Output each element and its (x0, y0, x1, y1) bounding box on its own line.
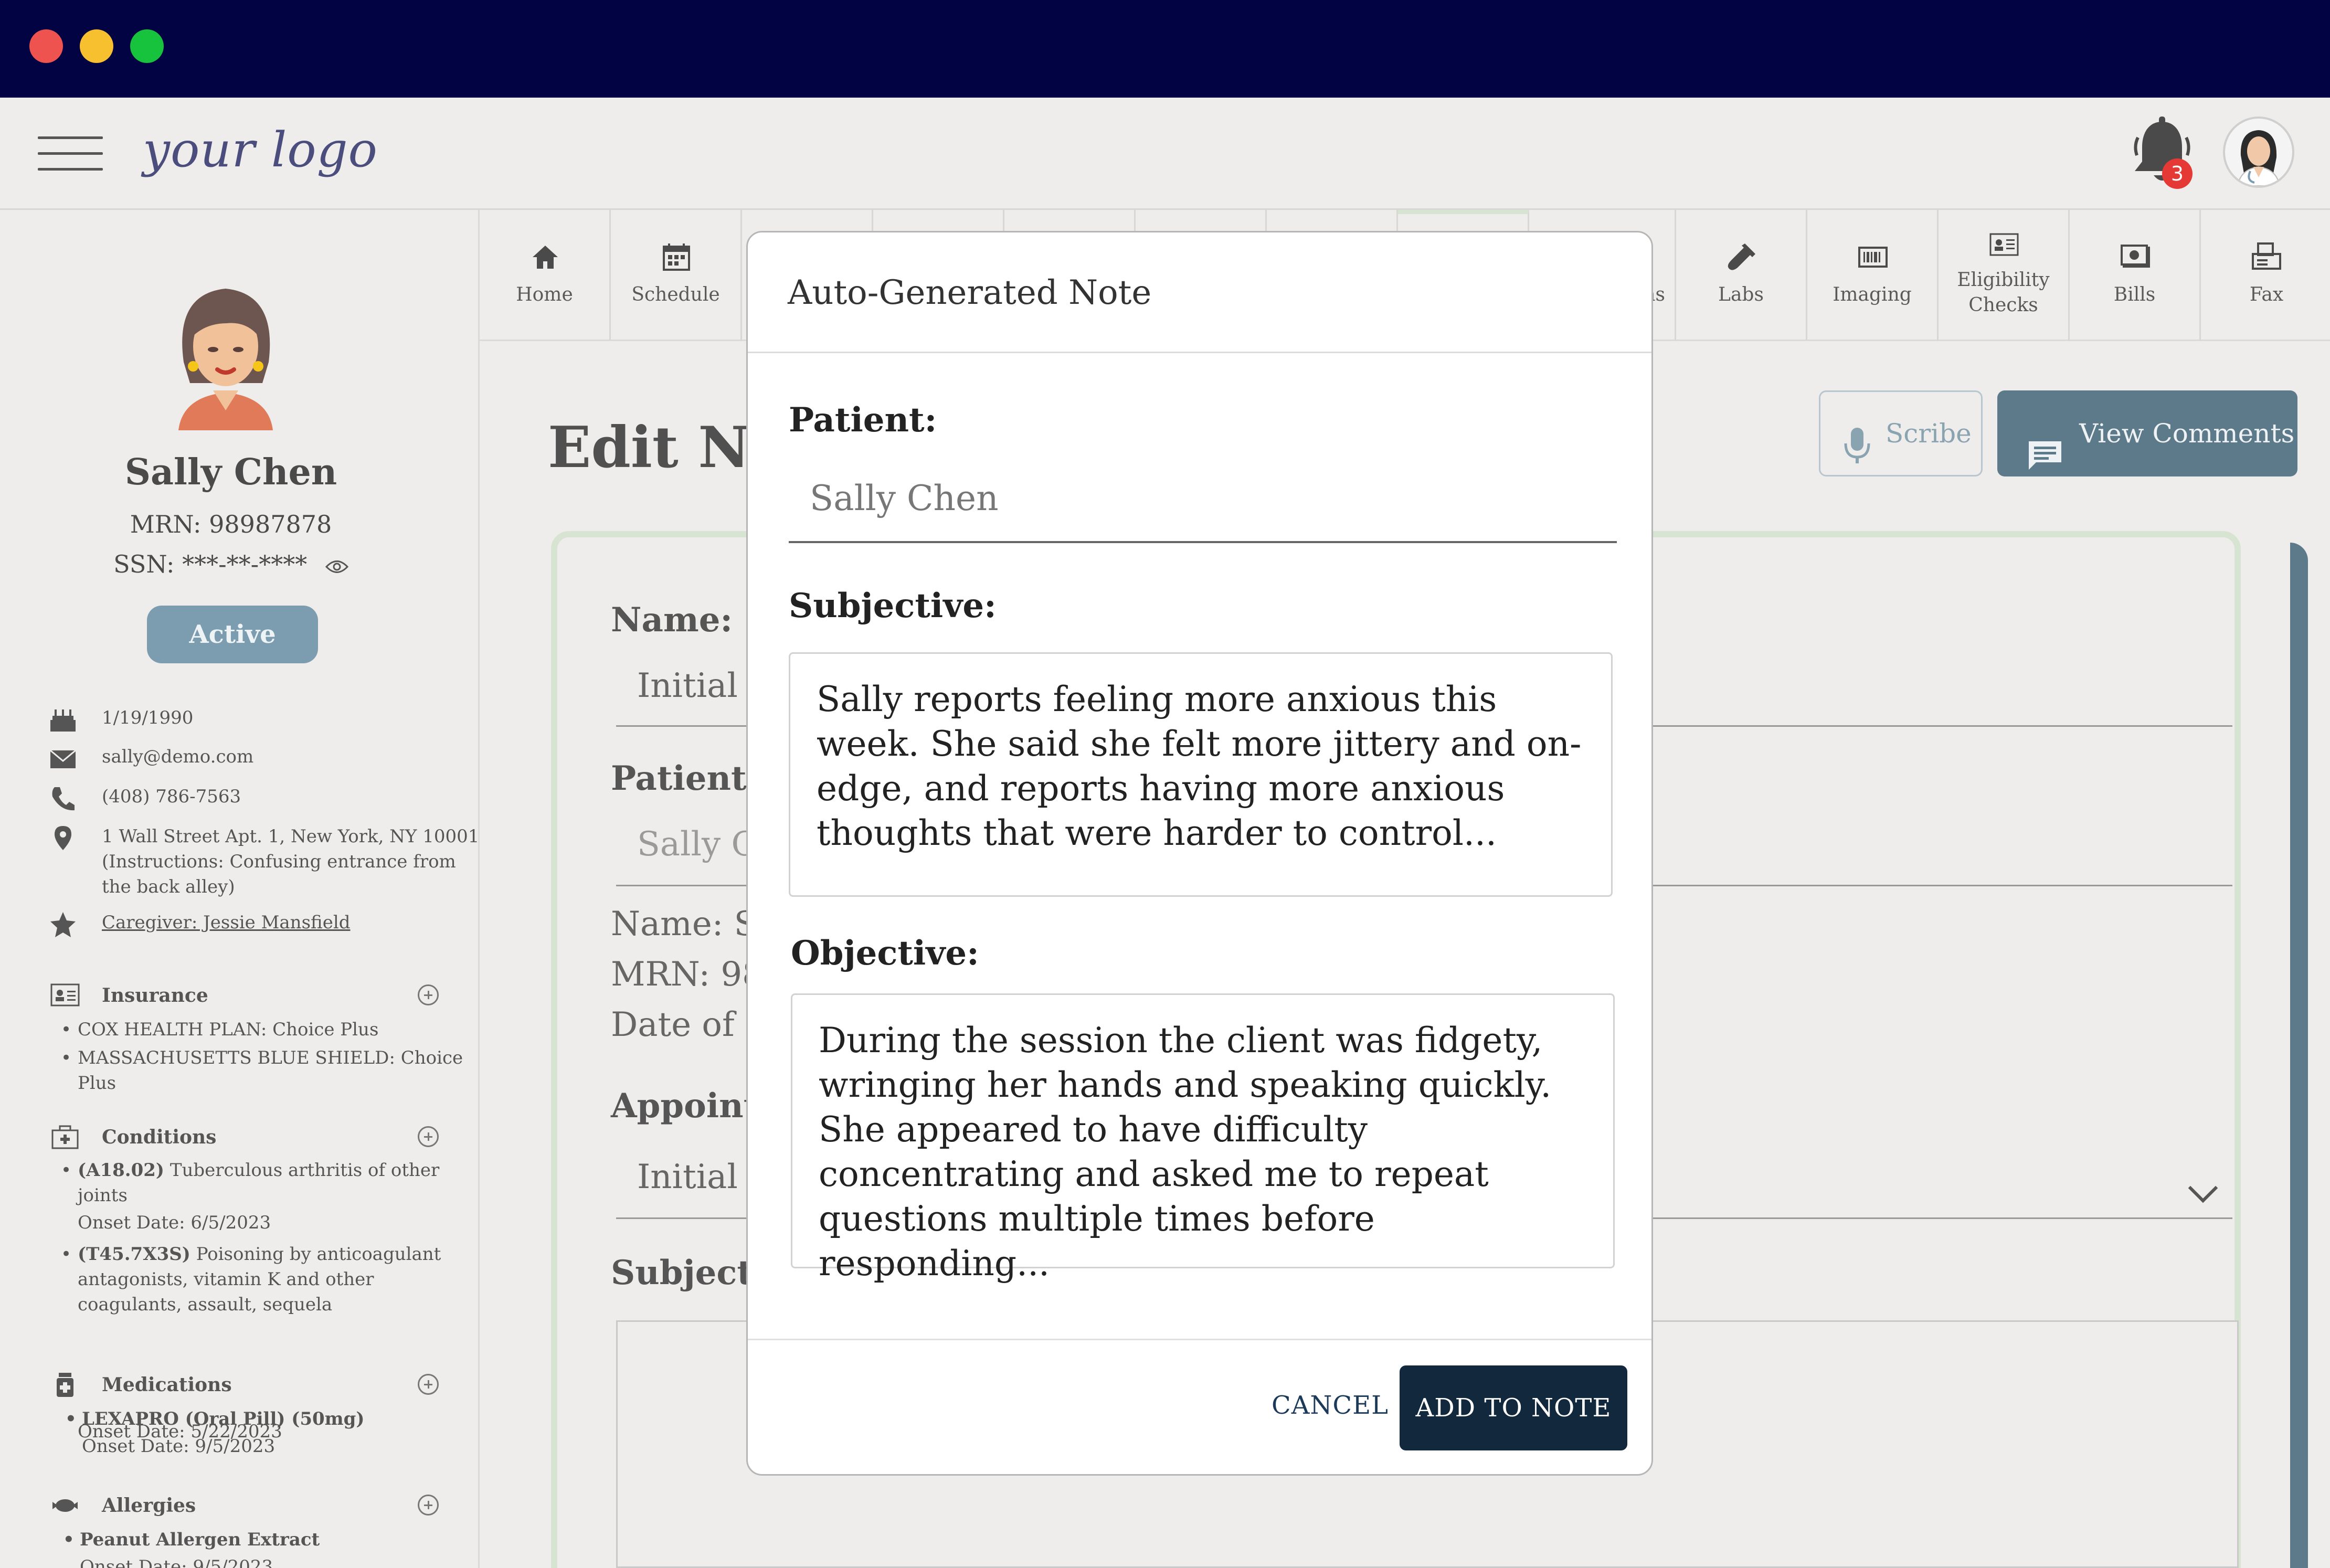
allergy-onset: Onset Date: 9/5/2023 (80, 1556, 273, 1568)
dialog-patient-input[interactable]: Sally Chen (810, 478, 999, 518)
condition-code: (T45.7X3S) (78, 1244, 190, 1265)
patient-ssn-value: SSN: ***-**-**** (113, 550, 308, 578)
location-pin-icon (48, 824, 78, 853)
tab-home[interactable]: Home (480, 210, 611, 341)
calendar-icon (661, 241, 692, 273)
add-condition-button[interactable] (418, 1126, 439, 1147)
user-avatar[interactable] (2223, 116, 2294, 188)
dialog-subjective-textarea[interactable]: Sally reports feeling more anxious this … (789, 652, 1613, 897)
peanut-icon (50, 1492, 80, 1519)
medication-item: LEXAPRO (Oral Pill) (50mg) (65, 1406, 470, 1432)
phone-icon (48, 784, 78, 813)
name-label: Name: (611, 600, 733, 640)
add-allergy-button[interactable] (418, 1495, 439, 1516)
tab-schedule[interactable]: Schedule (611, 210, 742, 341)
comment-icon (2027, 419, 2063, 505)
dialog-objective-label: Objective: (791, 934, 979, 973)
app-logo[interactable]: your logo (143, 122, 378, 178)
status-badge[interactable]: Active (147, 606, 318, 663)
microphone-icon (1842, 415, 1872, 498)
tab-label: Eligibility Checks (1957, 269, 2050, 316)
notification-badge: 3 (2162, 158, 2193, 189)
tab-label: Bills (2113, 284, 2156, 305)
dialog-title: Auto-Generated Note (788, 273, 1152, 312)
insurance-item: COX HEALTH PLAN: Choice Plus (61, 1017, 466, 1042)
tab-label: Labs (1718, 284, 1764, 305)
tab-label: Imaging (1833, 284, 1912, 305)
test-tube-icon (1726, 241, 1757, 273)
cancel-button[interactable]: CANCEL (1272, 1391, 1389, 1420)
tab-labs[interactable]: Labs (1676, 210, 1807, 341)
condition-onset: Onset Date: 6/5/2023 (78, 1212, 271, 1233)
dialog-patient-underline (789, 541, 1617, 543)
patient-label: Patient: (611, 759, 759, 798)
patient-sidebar: Sally Chen MRN: 98987878 SSN: ***-**-***… (0, 210, 480, 1568)
window-titlebar (0, 0, 2330, 98)
star-icon (48, 910, 78, 939)
condition-code: (A18.02) (78, 1160, 165, 1181)
insurance-title: Insurance (102, 984, 208, 1007)
minimize-window-button[interactable] (80, 29, 113, 63)
dob-text: 1/19/1990 (102, 707, 194, 728)
id-card-icon (1988, 229, 2020, 260)
scribe-button[interactable]: Scribe (1819, 390, 1983, 476)
medication-onset: Onset Date: 9/5/2023 (82, 1436, 276, 1457)
view-comments-label: View Comments (2079, 418, 2295, 449)
pill-bottle-icon (50, 1372, 80, 1398)
auto-generated-note-dialog: Auto-Generated Note Patient: Sally Chen … (746, 231, 1653, 1476)
barcode-icon (1857, 241, 1889, 273)
conditions-title: Conditions (102, 1126, 217, 1148)
dialog-objective-textarea[interactable]: During the session the client was fidget… (791, 993, 1615, 1284)
dialog-subjective-label: Subjective: (789, 586, 997, 626)
dialog-header: Auto-Generated Note (748, 232, 1651, 353)
condition-item: (T45.7X3S) Poisoning by anticoagulant an… (61, 1242, 466, 1317)
view-comments-button[interactable]: View Comments (1997, 390, 2297, 476)
eye-icon[interactable] (325, 552, 348, 580)
tab-label: Home (516, 284, 573, 305)
add-to-note-button[interactable]: ADD TO NOTE (1400, 1365, 1627, 1450)
tab-eligibility-checks[interactable]: Eligibility Checks (1939, 210, 2070, 341)
tab-label: Schedule (631, 284, 720, 305)
insurance-item: MASSACHUSETTS BLUE SHIELD: Choice Plus (61, 1045, 466, 1096)
address-text: 1 Wall Street Apt. 1, New York, NY 10001… (102, 826, 480, 897)
condition-item: (A18.02) Tuberculous arthritis of other … (61, 1158, 466, 1208)
app-header: your logo 3 (0, 98, 2330, 210)
medications-title: Medications (102, 1374, 232, 1396)
patient-avatar (163, 273, 289, 430)
patient-ssn: SSN: ***-**-**** (0, 550, 462, 580)
caregiver-link[interactable]: Caregiver: Jessie Mansfield (102, 910, 478, 935)
home-icon (529, 241, 561, 273)
email-text[interactable]: sally@demo.com (102, 744, 478, 769)
close-window-button[interactable] (29, 29, 63, 63)
maximize-window-button[interactable] (130, 29, 164, 63)
tab-label: Fax (2249, 284, 2284, 305)
cake-icon (48, 705, 78, 735)
patient-mrn: MRN: 98987878 (130, 510, 332, 538)
menu-icon[interactable] (38, 132, 103, 174)
phone-text[interactable]: (408) 786-7563 (102, 784, 478, 809)
allergies-title: Allergies (102, 1495, 196, 1517)
scribe-label: Scribe (1886, 418, 1972, 449)
tab-imaging[interactable]: Imaging (1807, 210, 1939, 341)
mail-icon (48, 744, 78, 774)
patient-name: Sally Chen (124, 451, 337, 493)
allergy-item: Peanut Allergen Extract (63, 1527, 468, 1552)
dialog-footer: CANCEL ADD TO NOTE (748, 1339, 1651, 1474)
card-edge (2290, 543, 2308, 1568)
add-medication-button[interactable] (418, 1374, 439, 1395)
bill-icon (2120, 241, 2151, 273)
dialog-patient-label: Patient: (789, 400, 937, 440)
tab-bills[interactable]: Bills (2070, 210, 2201, 341)
medical-kit-icon (50, 1124, 80, 1150)
fax-icon (2251, 241, 2282, 273)
id-card-icon (50, 982, 80, 1009)
add-insurance-button[interactable] (418, 984, 439, 1005)
tab-fax[interactable]: Fax (2201, 210, 2330, 341)
